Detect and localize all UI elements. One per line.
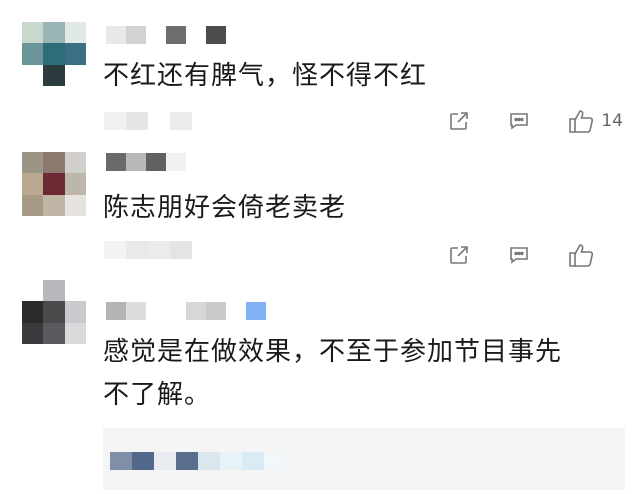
share-icon (450, 112, 469, 130)
meta-pixel (126, 112, 148, 130)
comment-actions (447, 242, 623, 268)
avatar-pixel (64, 322, 86, 344)
avatar-pixel (64, 43, 86, 65)
name-pixel (186, 302, 206, 320)
name-pixel (206, 302, 226, 320)
share-icon (450, 246, 468, 264)
name-pixel (146, 153, 166, 171)
like-button[interactable]: 14 (567, 108, 623, 134)
avatar-pixel (64, 301, 86, 323)
comment-button[interactable] (507, 109, 531, 133)
username-redacted[interactable] (106, 26, 226, 44)
timestamp-redacted (104, 241, 192, 259)
meta-pixel (104, 241, 126, 259)
avatar[interactable] (22, 152, 86, 216)
avatar[interactable] (22, 22, 86, 86)
avatar-pixel (43, 43, 65, 65)
avatar-pixel (43, 301, 65, 323)
meta-pixel (126, 241, 148, 259)
name-pixel (206, 26, 226, 44)
avatar-pixel (43, 64, 65, 86)
avatar-pixel (64, 173, 86, 195)
timestamp-redacted (104, 112, 192, 130)
meta-pixel (148, 241, 170, 259)
reply-pixel (242, 452, 264, 470)
reply-pixel (264, 452, 286, 470)
meta-pixel (170, 241, 192, 259)
comment-text: 陈志朋好会倚老卖老 (103, 193, 347, 223)
comment-button[interactable] (507, 243, 531, 267)
name-pixel (106, 302, 126, 320)
comment-icon (510, 113, 529, 130)
avatar-pixel (64, 22, 86, 44)
avatar-pixel (22, 64, 44, 86)
username-redacted[interactable] (106, 302, 266, 320)
comment-text: 不红还有脾气，怪不得不红 (103, 61, 428, 91)
thumbs-up-icon (569, 244, 594, 267)
avatar-pixel (22, 301, 44, 323)
reply-pixel (220, 452, 242, 470)
reply-pixel (176, 452, 198, 470)
avatar-pixel (64, 280, 86, 302)
name-pixel (226, 302, 246, 320)
meta-pixel (170, 112, 192, 130)
share-button[interactable] (447, 243, 471, 267)
meta-pixel (104, 112, 126, 130)
like-count: 14 (601, 111, 623, 131)
avatar-pixel (43, 173, 65, 195)
avatar-pixel (22, 152, 44, 174)
comment-icon (510, 247, 528, 264)
name-pixel (106, 153, 126, 171)
name-pixel (166, 26, 186, 44)
name-pixel (166, 302, 186, 320)
name-pixel (126, 153, 146, 171)
avatar-pixel (43, 22, 65, 44)
avatar-pixel (43, 280, 65, 302)
name-pixel (146, 302, 166, 320)
name-pixel (166, 153, 186, 171)
reply-pixel (154, 452, 176, 470)
avatar-pixel (64, 64, 86, 86)
like-button[interactable] (567, 242, 623, 268)
avatar-pixel (22, 43, 44, 65)
reply-pixel (198, 452, 220, 470)
avatar-pixel (22, 194, 44, 216)
avatar-pixel (64, 152, 86, 174)
comment-text-line-2: 不了解。 (103, 380, 212, 410)
share-button[interactable] (447, 109, 471, 133)
username-redacted[interactable] (106, 153, 186, 171)
reply-pixel (132, 452, 154, 470)
avatar-pixel (22, 322, 44, 344)
meta-pixel (148, 112, 170, 130)
comment-actions: 14 (447, 108, 623, 134)
avatar-pixel (22, 173, 44, 195)
avatar-pixel (43, 322, 65, 344)
avatar-pixel (43, 194, 65, 216)
avatar-pixel (43, 152, 65, 174)
comment-text-line-1: 感觉是在做效果，不至于参加节目事先 (103, 337, 563, 367)
avatar-pixel (22, 22, 44, 44)
name-pixel (126, 302, 146, 320)
name-pixel (106, 26, 126, 44)
reply-preview-redacted (110, 452, 286, 470)
name-pixel (246, 302, 266, 320)
name-pixel (126, 26, 146, 44)
name-pixel (146, 26, 166, 44)
thumbs-up-icon (569, 110, 594, 133)
reply-pixel (110, 452, 132, 470)
name-pixel (186, 26, 206, 44)
avatar-pixel (64, 194, 86, 216)
avatar-pixel (22, 280, 44, 302)
avatar[interactable] (22, 280, 86, 344)
